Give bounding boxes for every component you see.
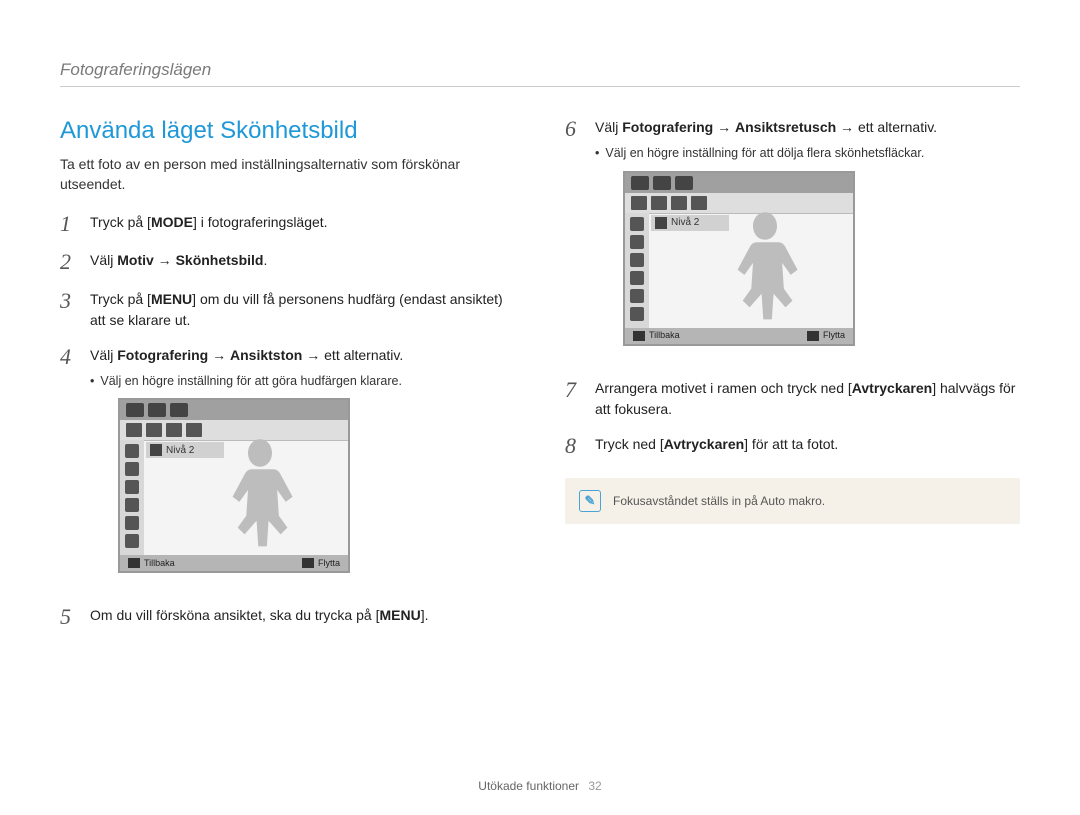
- battery-icon: [630, 307, 644, 321]
- right-steps: 6 Välj Fotografering → Ansiktsretusch → e…: [565, 117, 1020, 458]
- star-icon: [125, 462, 139, 476]
- person-silhouette: [715, 208, 815, 328]
- move-hint: Flytta: [807, 329, 845, 343]
- section-intro: Ta ett foto av en person med inställning…: [60, 155, 515, 194]
- camera-lcd: Nivå 2 Tillbaka Flytta: [623, 171, 855, 346]
- step-number: 8: [565, 434, 583, 458]
- grid-icon: [630, 271, 644, 285]
- footer-section: Utökade funktioner: [478, 779, 579, 793]
- step-sub-bullet: Välj en högre inställning för att göra h…: [90, 372, 403, 391]
- left-steps: 1 Tryck på [MODE] i fotograferingsläget. 2…: [60, 212, 515, 629]
- step: 6 Välj Fotografering → Ansiktsretusch → e…: [565, 117, 1020, 364]
- breadcrumb: Fotograferingslägen: [60, 60, 1020, 87]
- mode-icon: [148, 403, 166, 417]
- hand-icon: [125, 516, 139, 530]
- step: 2 Välj Motiv → Skönhetsbild.: [60, 250, 515, 274]
- step-text: Välj Fotografering → Ansiktston → ett al…: [90, 345, 403, 366]
- step-text: Välj Fotografering → Ansiktsretusch → et…: [595, 117, 937, 138]
- step-text: Om du vill försköna ansiktet, ska du try…: [90, 605, 428, 626]
- note-box: ✎ Fokusavståndet ställs in på Auto makro…: [565, 478, 1020, 524]
- step-text: Tryck på [MODE] i fotograferingsläget.: [90, 212, 328, 233]
- lcd-bottom-bar: Tillbaka Flytta: [625, 328, 853, 344]
- step-sub-bullet: Välj en högre inställning för att dölja …: [595, 144, 937, 163]
- left-column: Använda läget Skönhetsbild Ta ett foto a…: [60, 117, 515, 644]
- retouch-icon: [186, 423, 202, 437]
- step-body: Tryck på [MENU] om du vill få personens …: [90, 289, 515, 331]
- note-text: Fokusavståndet ställs in på Auto makro.: [613, 494, 825, 508]
- battery-icon: [125, 534, 139, 548]
- lcd-sidebar: [625, 213, 649, 328]
- step-number: 1: [60, 212, 78, 236]
- step-number: 4: [60, 345, 78, 369]
- menu-icon: [633, 331, 645, 341]
- step: 3 Tryck på [MENU] om du vill få personens…: [60, 289, 515, 331]
- menu-icon: [128, 558, 140, 568]
- step-number: 5: [60, 605, 78, 629]
- back-hint: Tillbaka: [128, 557, 175, 571]
- step-body: Välj Fotografering → Ansiktston → ett al…: [90, 345, 403, 592]
- step-body: Välj Fotografering → Ansiktsretusch → et…: [595, 117, 937, 364]
- right-column: 6 Välj Fotografering → Ansiktsretusch → e…: [565, 117, 1020, 644]
- move-hint: Flytta: [302, 557, 340, 571]
- page-footer: Utökade funktioner 32: [0, 779, 1080, 793]
- step: 5 Om du vill försköna ansiktet, ska du tr…: [60, 605, 515, 629]
- retouch-icon: [146, 423, 162, 437]
- retouch-icon: [671, 196, 687, 210]
- step: 1 Tryck på [MODE] i fotograferingsläget.: [60, 212, 515, 236]
- step-number: 2: [60, 250, 78, 274]
- lcd-top-bar: [120, 400, 348, 420]
- mode-icon: [170, 403, 188, 417]
- manual-page: Fotograferingslägen Använda läget Skönhe…: [0, 0, 1080, 815]
- dpad-icon: [302, 558, 314, 568]
- person-silhouette: [210, 435, 310, 555]
- mode-icon: [675, 176, 693, 190]
- lcd-sidebar: [120, 440, 144, 555]
- step-text: Arrangera motivet i ramen och tryck ned …: [595, 378, 1020, 420]
- face-detect-icon: [125, 444, 139, 458]
- section-title: Använda läget Skönhetsbild: [60, 117, 515, 145]
- dpad-icon: [807, 331, 819, 341]
- step-number: 6: [565, 117, 583, 141]
- step-body: Tryck på [MODE] i fotograferingsläget.: [90, 212, 328, 233]
- step-text: Tryck ned [Avtryckaren] för att ta fotot…: [595, 434, 838, 455]
- grid-icon: [125, 498, 139, 512]
- content-columns: Använda läget Skönhetsbild Ta ett foto a…: [60, 117, 1020, 644]
- retouch-icon: [691, 196, 707, 210]
- step: 8 Tryck ned [Avtryckaren] för att ta foto…: [565, 434, 1020, 458]
- step: 4 Välj Fotografering → Ansiktston → ett a…: [60, 345, 515, 592]
- step-body: Om du vill försköna ansiktet, ska du try…: [90, 605, 428, 626]
- face-detect-icon: [630, 217, 644, 231]
- flash-icon: [630, 253, 644, 267]
- star-icon: [630, 235, 644, 249]
- note-icon: ✎: [579, 490, 601, 512]
- step-text: Välj Motiv → Skönhetsbild.: [90, 250, 267, 271]
- step-body: Välj Motiv → Skönhetsbild.: [90, 250, 267, 271]
- mode-icon: [126, 403, 144, 417]
- retouch-icon: [126, 423, 142, 437]
- lcd-top-bar: [625, 173, 853, 193]
- retouch-icon: [651, 196, 667, 210]
- step: 7 Arrangera motivet i ramen och tryck ned…: [565, 378, 1020, 420]
- retouch-icon: [631, 196, 647, 210]
- back-hint: Tillbaka: [633, 329, 680, 343]
- mode-icon: [653, 176, 671, 190]
- step-body: Tryck ned [Avtryckaren] för att ta fotot…: [595, 434, 838, 455]
- mode-icon: [631, 176, 649, 190]
- camera-lcd: Nivå 2 Tillbaka Flytta: [118, 398, 350, 573]
- retouch-icon: [166, 423, 182, 437]
- step-number: 3: [60, 289, 78, 313]
- flash-icon: [125, 480, 139, 494]
- step-text: Tryck på [MENU] om du vill få personens …: [90, 289, 515, 331]
- footer-page: 32: [588, 779, 601, 793]
- hand-icon: [630, 289, 644, 303]
- lcd-bottom-bar: Tillbaka Flytta: [120, 555, 348, 571]
- step-number: 7: [565, 378, 583, 402]
- step-body: Arrangera motivet i ramen och tryck ned …: [595, 378, 1020, 420]
